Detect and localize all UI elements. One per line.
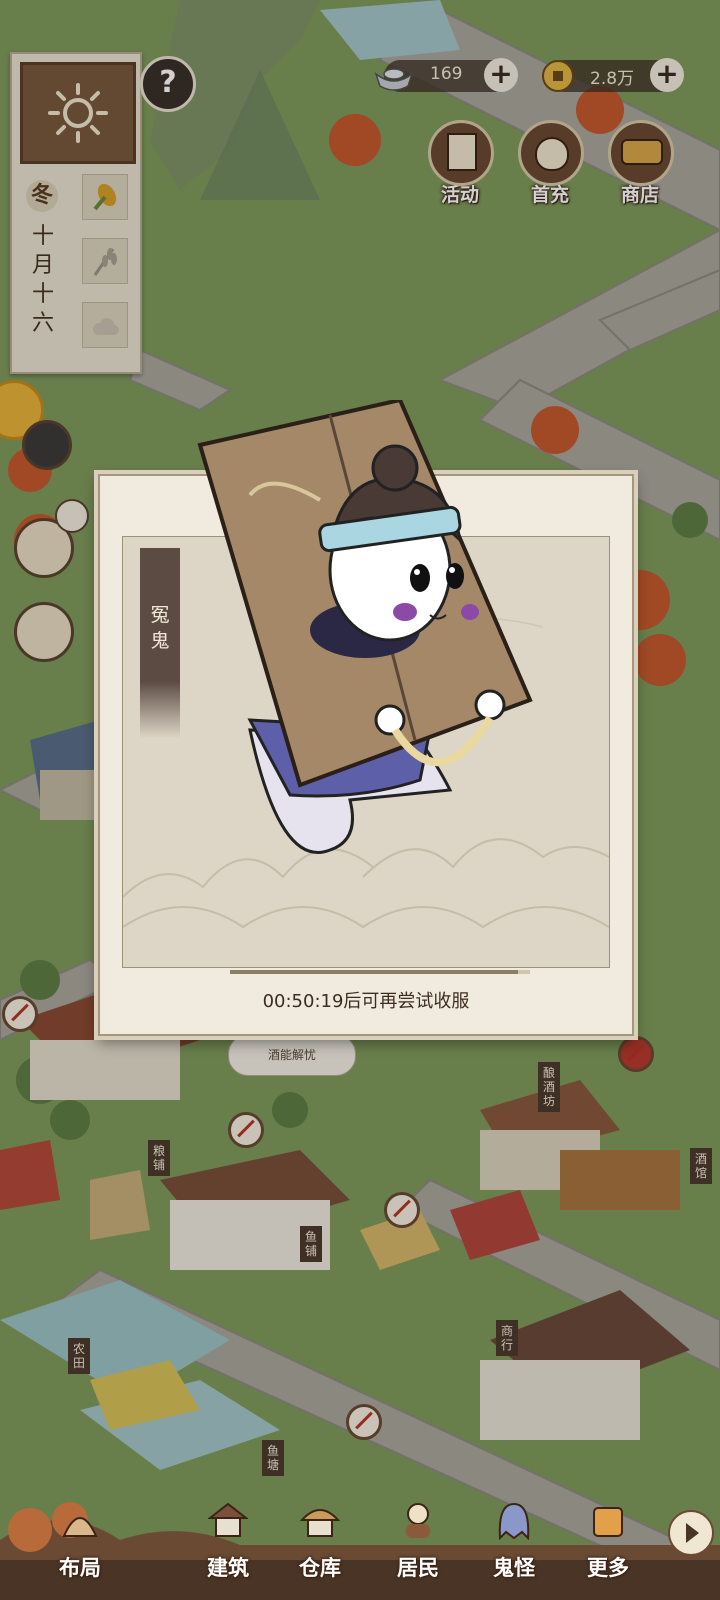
ghost-icon xyxy=(498,1502,530,1540)
chevron-right-icon xyxy=(686,1523,699,1543)
nav-more-label: 更多 xyxy=(587,1556,629,1580)
nav-warehouse-label: 仓库 xyxy=(299,1556,341,1580)
nav-ghosts-label: 鬼怪 xyxy=(493,1556,535,1580)
resident-icon xyxy=(406,1503,430,1538)
name-ribbon: 冤鬼 xyxy=(140,548,180,738)
retry-timer-text: 00:50:19后可再尝试收服 xyxy=(262,991,470,1012)
capture-progress xyxy=(230,970,530,974)
ghost-character xyxy=(197,400,533,854)
ghost-name: 冤鬼 xyxy=(150,604,170,652)
warehouse-icon xyxy=(300,1509,340,1537)
nav-layout-label: 布局 xyxy=(59,1556,101,1580)
expand-arrow-button[interactable] xyxy=(668,1510,714,1556)
nav-residents-label: 居民 xyxy=(397,1556,439,1580)
nav-building-label: 建筑 xyxy=(207,1556,249,1580)
building-icon xyxy=(208,1502,248,1537)
more-icon xyxy=(593,1507,623,1537)
layout-icon xyxy=(62,1517,98,1537)
